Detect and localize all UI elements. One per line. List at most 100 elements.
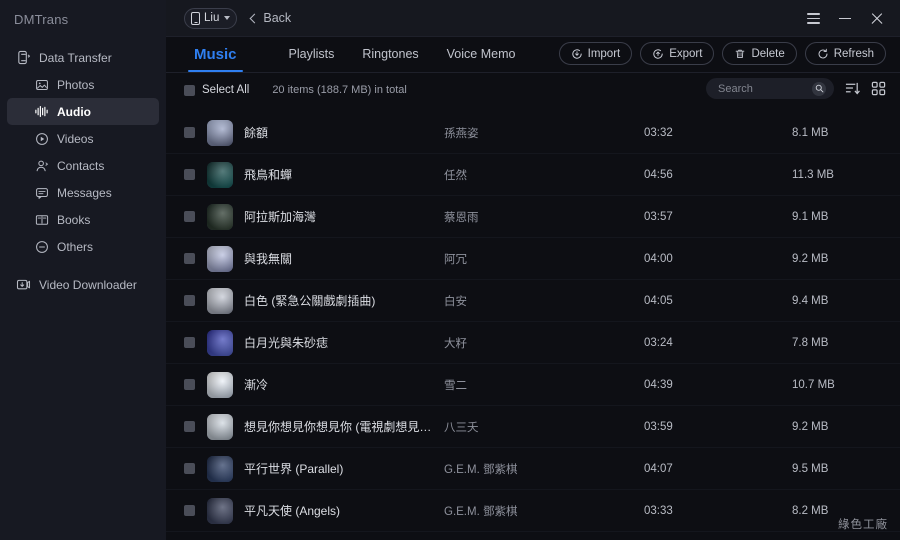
row-checkbox[interactable] — [184, 337, 195, 348]
track-title: 白色 (緊急公關戲劇插曲) — [244, 294, 376, 308]
album-art — [207, 371, 233, 398]
tab-playlists[interactable]: Playlists — [275, 36, 349, 72]
row-checkbox[interactable] — [184, 421, 195, 432]
book-icon — [33, 211, 50, 228]
track-duration: 04:39 — [644, 378, 673, 391]
row-checkbox[interactable] — [184, 463, 195, 474]
trash-icon — [734, 48, 746, 60]
table-row[interactable]: 白色 (緊急公關戲劇插曲) 白安 04:05 9.4 MB — [166, 280, 900, 322]
track-size: 9.1 MB — [792, 210, 829, 223]
tab-list: Music Playlists Ringtones Voice Memo — [166, 36, 529, 72]
delete-button[interactable]: Delete — [722, 42, 797, 65]
main-panel: Liu Back Music Playlists Ringtones Voice… — [166, 0, 900, 540]
sidebar-item-photos[interactable]: Photos — [7, 71, 159, 98]
select-all-control[interactable]: Select All — [184, 84, 249, 96]
track-artist: 任然 — [444, 169, 467, 182]
tab-music[interactable]: Music — [180, 36, 251, 72]
sidebar-item-contacts[interactable]: Contacts — [7, 152, 159, 179]
items-total-label: 20 items (188.7 MB) in total — [272, 84, 407, 96]
row-checkbox[interactable] — [184, 253, 195, 264]
sidebar-item-video-downloader[interactable]: Video Downloader — [7, 271, 159, 298]
track-duration: 04:07 — [644, 462, 673, 475]
row-checkbox[interactable] — [184, 211, 195, 222]
play-circle-icon — [33, 130, 50, 147]
track-duration: 03:24 — [644, 336, 673, 349]
table-row[interactable]: 飛鳥和蟬 任然 04:56 11.3 MB — [166, 154, 900, 196]
back-button[interactable]: Back — [249, 11, 291, 25]
row-checkbox[interactable] — [184, 295, 195, 306]
search-input[interactable] — [718, 82, 812, 95]
row-checkbox[interactable] — [184, 379, 195, 390]
track-title: 阿拉斯加海灣 — [244, 210, 317, 224]
grid-view-icon[interactable] — [871, 81, 886, 96]
sidebar-item-books[interactable]: Books — [7, 206, 159, 233]
table-row[interactable]: 平凡天使 (Angels) G.E.M. 鄧紫棋 03:33 8.2 MB — [166, 490, 900, 532]
select-all-checkbox[interactable] — [184, 84, 195, 96]
table-row[interactable]: 阿拉斯加海灣 蔡恩雨 03:57 9.1 MB — [166, 196, 900, 238]
track-artist: 白安 — [444, 295, 467, 308]
track-size: 7.8 MB — [792, 336, 829, 349]
device-name: Liu — [204, 12, 220, 24]
sidebar-item-label: Videos — [57, 131, 94, 146]
track-size: 8.2 MB — [792, 504, 829, 517]
track-size: 9.5 MB — [792, 462, 829, 475]
titlebar: Liu Back — [166, 0, 900, 37]
search-icon[interactable] — [812, 81, 826, 96]
track-artist: G.E.M. 鄧紫棋 — [444, 505, 518, 518]
device-selector[interactable]: Liu — [184, 7, 238, 29]
track-title: 餘額 — [244, 126, 269, 140]
album-art — [207, 455, 233, 482]
tab-voice-memo[interactable]: Voice Memo — [433, 36, 530, 72]
album-art — [207, 203, 233, 230]
phone-transfer-icon — [15, 49, 32, 66]
track-artist: 八三夭 — [444, 421, 479, 434]
table-row[interactable]: 白月光與朱砂痣 大籽 03:24 7.8 MB — [166, 322, 900, 364]
hamburger-icon — [806, 10, 820, 26]
track-list[interactable]: 餘額 孫燕姿 03:32 8.1 MB 飛鳥和蟬 任然 04:56 11.3 MB 阿拉斯加海灣… — [166, 112, 900, 540]
track-title: 平行世界 (Parallel) — [244, 462, 344, 476]
export-icon — [652, 48, 664, 60]
watermark: 綠色工廠 — [838, 517, 888, 531]
track-duration: 03:32 — [644, 126, 673, 139]
sidebar-item-messages[interactable]: Messages — [7, 179, 159, 206]
sidebar-nav: Data Transfer Photos Audio Videos Contacts Me… — [0, 44, 166, 298]
sidebar-item-data-transfer[interactable]: Data Transfer — [7, 44, 159, 71]
album-art — [207, 497, 233, 524]
close-button[interactable] — [862, 4, 892, 34]
row-checkbox[interactable] — [184, 505, 195, 516]
sidebar-item-label: Data Transfer — [39, 50, 112, 65]
track-title: 漸冷 — [244, 378, 269, 392]
waveform-icon — [33, 103, 50, 120]
select-all-label: Select All — [202, 84, 250, 96]
table-row[interactable]: 平行世界 (Parallel) G.E.M. 鄧紫棋 04:07 9.5 MB — [166, 448, 900, 490]
sidebar-item-others[interactable]: Others — [7, 233, 159, 260]
tab-ringtones[interactable]: Ringtones — [348, 36, 432, 72]
tab-label: Voice Memo — [446, 47, 516, 61]
table-row[interactable]: 餘額 孫燕姿 03:32 8.1 MB — [166, 112, 900, 154]
table-row[interactable] — [166, 532, 900, 540]
refresh-icon — [817, 48, 829, 60]
table-row[interactable]: 漸冷 雪二 04:39 10.7 MB — [166, 364, 900, 406]
table-row[interactable]: 想見你想見你想見你 (電視劇想見你... 八三夭 03:59 9.2 MB — [166, 406, 900, 448]
sidebar: DMTrans Data Transfer Photos Audio Videos Co… — [0, 0, 166, 540]
sidebar-item-label: Books — [57, 212, 91, 227]
refresh-button[interactable]: Refresh — [804, 42, 886, 65]
export-button[interactable]: Export — [640, 42, 715, 65]
list-toolbar: Select All 20 items (188.7 MB) in total — [166, 73, 900, 107]
sidebar-item-videos[interactable]: Videos — [7, 125, 159, 152]
track-artist: 阿冗 — [444, 253, 467, 266]
search-box[interactable] — [706, 78, 834, 99]
menu-button[interactable] — [798, 4, 828, 34]
sort-list-icon[interactable] — [845, 81, 860, 96]
phone-icon — [191, 11, 200, 25]
action-label: Refresh — [833, 47, 874, 60]
tab-label: Ringtones — [362, 47, 419, 61]
minimize-button[interactable] — [830, 4, 860, 34]
minimize-icon — [839, 17, 851, 20]
row-checkbox[interactable] — [184, 127, 195, 138]
sidebar-item-audio[interactable]: Audio — [7, 98, 159, 125]
table-row[interactable]: 與我無關 阿冗 04:00 9.2 MB — [166, 238, 900, 280]
row-checkbox[interactable] — [184, 169, 195, 180]
track-size: 9.4 MB — [792, 294, 829, 307]
import-button[interactable]: Import — [558, 42, 633, 65]
